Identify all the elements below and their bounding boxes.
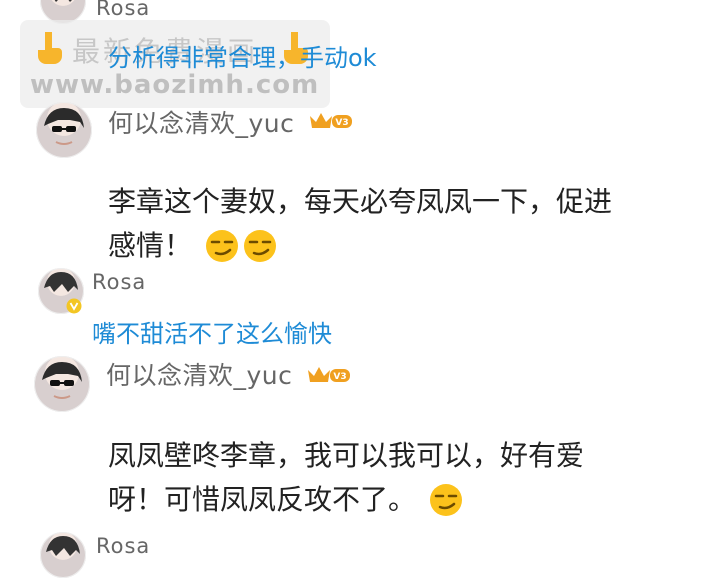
pointing-hand-icon	[38, 32, 62, 64]
comment-text: 李章这个妻奴，每天必夸凤凤一下，促进 感情！	[108, 180, 708, 268]
vip-level-badge: V3	[310, 113, 352, 128]
vip-level-text: V3	[333, 372, 346, 382]
verified-badge-icon	[66, 298, 82, 314]
avatar[interactable]	[36, 102, 92, 158]
username[interactable]: Rosa	[92, 270, 146, 294]
smirk-emoji-icon	[429, 484, 462, 516]
user-avatar-icon	[44, 108, 84, 145]
username[interactable]: 何以念清欢_yuc	[106, 356, 292, 392]
user-avatar-icon	[46, 536, 80, 556]
username[interactable]: Rosa	[96, 534, 150, 558]
comment-line: 李章这个妻奴，每天必夸凤凤一下，促进	[108, 185, 613, 218]
vip-level-badge: V3	[308, 367, 350, 382]
username[interactable]: Rosa	[96, 0, 150, 20]
vip-level-text: V3	[335, 118, 348, 128]
comment-line-2: 感情！	[108, 224, 708, 268]
user-avatar-icon	[42, 362, 82, 399]
smirk-emoji-icon	[243, 230, 276, 262]
watermark-url: www.baozimh.com	[30, 70, 320, 100]
comment-text: 凤凤壁咚李章，我可以我可以，好有爱 呀！可惜凤凤反攻不了。	[108, 434, 708, 522]
reply-text: 嘴不甜活不了这么愉快	[92, 320, 332, 348]
comment-line: 呀！可惜凤凤反攻不了。	[108, 483, 417, 516]
smirk-emoji-icon	[205, 230, 238, 262]
comment-line: 感情！	[108, 229, 193, 262]
comment-line-2: 呀！可惜凤凤反攻不了。	[108, 478, 708, 522]
reply-text: 分析得非常合理，手动ok	[108, 44, 377, 72]
username[interactable]: 何以念清欢_yuc	[108, 104, 294, 140]
avatar[interactable]	[40, 532, 86, 578]
comment-line: 凤凤壁咚李章，我可以我可以，好有爱	[108, 439, 585, 472]
avatar[interactable]	[34, 356, 90, 412]
